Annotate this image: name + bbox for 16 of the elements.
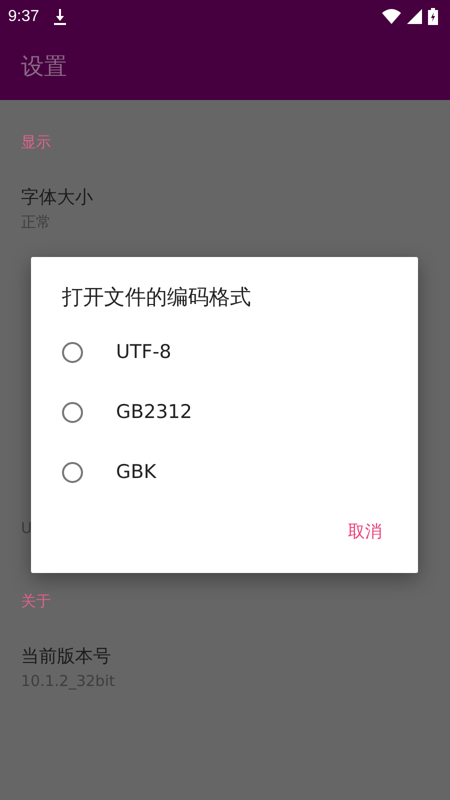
download-icon <box>53 8 68 24</box>
status-time: 9:37 <box>8 8 40 26</box>
encoding-option[interactable]: GBK <box>31 442 418 502</box>
battery-icon <box>428 8 438 25</box>
wifi-icon <box>382 9 401 24</box>
signal-icon <box>407 9 422 24</box>
cancel-button[interactable]: 取消 <box>336 512 394 551</box>
radio-button[interactable] <box>62 402 83 422</box>
section-header: 关于 <box>21 591 51 612</box>
encoding-option[interactable]: GB2312 <box>31 382 418 442</box>
dialog-title: 打开文件的编码格式 <box>61 284 252 311</box>
radio-button[interactable] <box>62 462 83 482</box>
radio-button[interactable] <box>62 342 83 362</box>
section-header: 显示 <box>21 132 51 153</box>
toolbar-title: 设置 <box>21 53 67 82</box>
encoding-option[interactable]: UTF-8 <box>31 322 418 382</box>
